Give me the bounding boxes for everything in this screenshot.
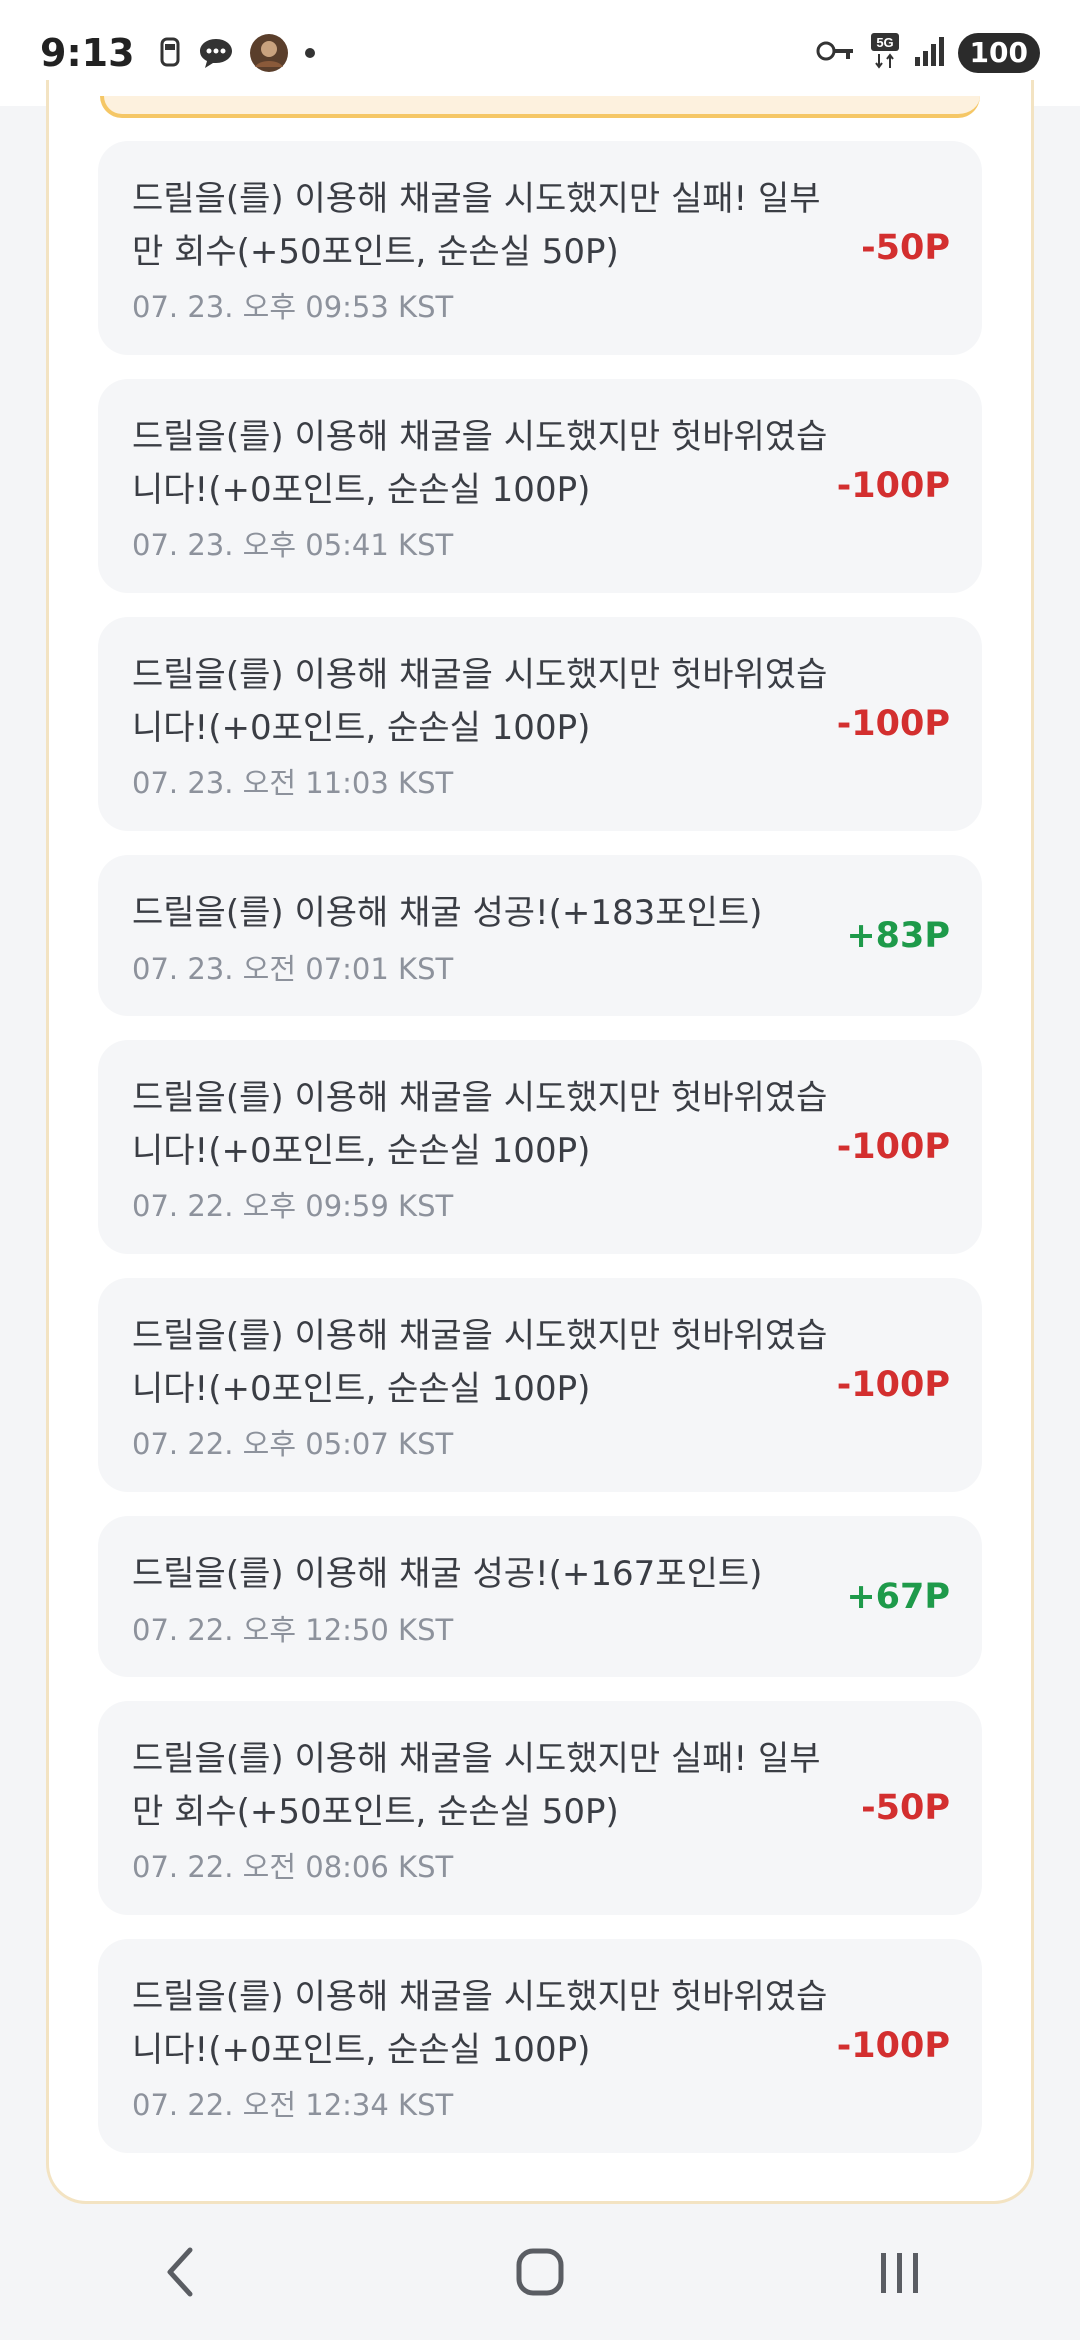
car-icon [157, 36, 183, 70]
list-item: 드릴을(를) 이용해 채굴을 시도했지만 실패! 일부만 회수(+50포인트, … [98, 141, 982, 355]
recents-icon [881, 2253, 918, 2293]
list-item: 드릴을(를) 이용해 채굴을 시도했지만 실패! 일부만 회수(+50포인트, … [98, 1701, 982, 1915]
transaction-time: 07. 22. 오전 12:34 KST [132, 2088, 454, 2122]
transaction-description: 드릴을(를) 이용해 채굴을 시도했지만 헛바위였습니다!(+0포인트, 순손실… [132, 1977, 828, 2070]
transaction-description: 드릴을(를) 이용해 채굴을 시도했지만 실패! 일부만 회수(+50포인트, … [132, 179, 821, 272]
transaction-amount: +83P [846, 915, 950, 956]
transaction-time: 07. 22. 오후 05:07 KST [132, 1427, 454, 1461]
chat-bubble-icon [197, 36, 235, 70]
transaction-amount: -100P [836, 704, 950, 744]
transaction-time: 07. 23. 오전 07:01 KST [132, 952, 454, 986]
transaction-time: 07. 22. 오후 12:50 KST [132, 1613, 454, 1647]
transaction-amount: -100P [836, 466, 950, 506]
navigation-bar [0, 2204, 1080, 2340]
transaction-description: 드릴을(를) 이용해 채굴을 시도했지만 실패! 일부만 회수(+50포인트, … [132, 1739, 821, 1832]
back-icon [167, 2247, 193, 2297]
signal-icon [914, 35, 944, 71]
transaction-description: 드릴을(를) 이용해 채굴을 시도했지만 헛바위였습니다!(+0포인트, 순손실… [132, 655, 828, 748]
transaction-time: 07. 23. 오후 05:41 KST [132, 528, 454, 562]
transaction-description: 드릴을(를) 이용해 채굴 성공!(+183포인트) [132, 893, 763, 933]
transaction-amount: -100P [836, 1127, 950, 1167]
battery-badge: 100 [957, 33, 1040, 73]
list-item: 드릴을(를) 이용해 채굴을 시도했지만 헛바위였습니다!(+0포인트, 순손실… [98, 379, 982, 593]
transaction-amount: +67P [846, 1576, 950, 1617]
avatar-icon [249, 33, 289, 73]
list-item: 드릴을(를) 이용해 채굴을 시도했지만 헛바위였습니다!(+0포인트, 순손실… [98, 1939, 982, 2153]
transaction-description: 드릴을(를) 이용해 채굴 성공!(+167포인트) [132, 1554, 763, 1594]
transaction-amount: -50P [861, 228, 950, 268]
key-icon [816, 39, 856, 67]
transaction-description: 드릴을(를) 이용해 채굴을 시도했지만 헛바위였습니다!(+0포인트, 순손실… [132, 1316, 828, 1409]
transaction-time: 07. 23. 오전 11:03 KST [132, 766, 454, 800]
status-right: 5G 100 [816, 32, 1040, 74]
transaction-time: 07. 23. 오후 09:53 KST [132, 290, 454, 324]
transaction-amount: -100P [836, 2026, 950, 2066]
status-time: 9:13 [40, 31, 135, 75]
list-item: 드릴을(를) 이용해 채굴 성공!(+167포인트) 07. 22. 오후 12… [98, 1516, 982, 1677]
transaction-time: 07. 22. 오후 09:59 KST [132, 1189, 454, 1223]
transaction-list: 드릴을(를) 이용해 채굴을 시도했지만 실패! 일부만 회수(+50포인트, … [98, 141, 982, 2177]
list-item: 드릴을(를) 이용해 채굴을 시도했지만 헛바위였습니다!(+0포인트, 순손실… [98, 1278, 982, 1492]
banner-edge [100, 96, 980, 118]
home-button[interactable] [480, 2232, 600, 2312]
list-item: 드릴을(를) 이용해 채굴을 시도했지만 헛바위였습니다!(+0포인트, 순손실… [98, 1040, 982, 1254]
5g-icon: 5G [870, 32, 900, 74]
dot-icon [303, 46, 317, 60]
list-item: 드릴을(를) 이용해 채굴을 시도했지만 헛바위였습니다!(+0포인트, 순손실… [98, 617, 982, 831]
transaction-time: 07. 22. 오전 08:06 KST [132, 1850, 454, 1884]
recents-button[interactable] [840, 2232, 960, 2312]
transaction-description: 드릴을(를) 이용해 채굴을 시도했지만 헛바위였습니다!(+0포인트, 순손실… [132, 417, 828, 510]
list-item: 드릴을(를) 이용해 채굴 성공!(+183포인트) 07. 23. 오전 07… [98, 855, 982, 1016]
svg-text:5G: 5G [876, 35, 893, 50]
transaction-description: 드릴을(를) 이용해 채굴을 시도했지만 헛바위였습니다!(+0포인트, 순손실… [132, 1078, 828, 1171]
transaction-amount: -100P [836, 1365, 950, 1405]
home-icon [516, 2248, 564, 2296]
transaction-amount: -50P [861, 1788, 950, 1828]
back-button[interactable] [120, 2232, 240, 2312]
